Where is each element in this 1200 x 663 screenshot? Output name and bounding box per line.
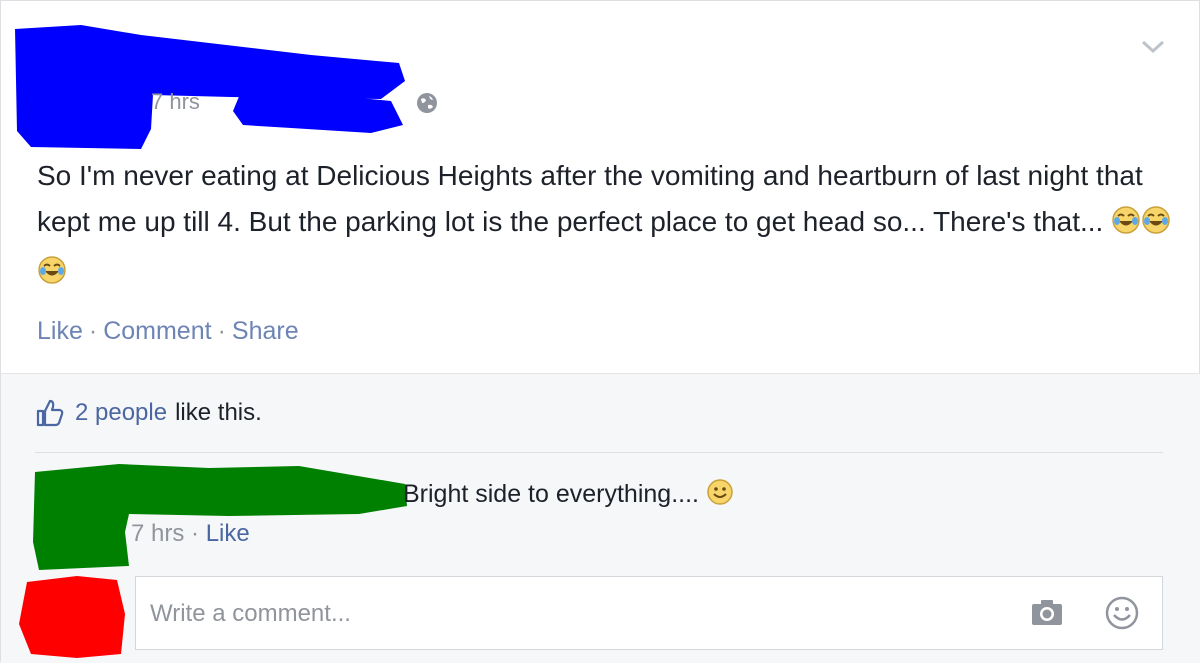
- feedback-section: 2 people like this. Bright side to every…: [1, 373, 1200, 663]
- likes-suffix: like this.: [175, 399, 262, 426]
- smiley-icon: [706, 478, 734, 513]
- post-message: So I'm never eating at Delicious Heights…: [37, 160, 1143, 237]
- likers-link[interactable]: 2 people: [75, 399, 167, 427]
- post-card: 7 hrs So I'm never eating at Delicious H…: [0, 0, 1200, 663]
- redacted-author: [15, 25, 405, 149]
- comment: Bright side to everything....: [403, 478, 734, 513]
- post-timestamp[interactable]: 7 hrs: [151, 89, 200, 115]
- likes-summary: 2 people like this.: [35, 398, 262, 428]
- thumbs-up-icon: [36, 399, 64, 427]
- comment-meta: 7 hrs · Like: [131, 520, 250, 548]
- post-text: So I'm never eating at Delicious Heights…: [37, 153, 1172, 299]
- separator: ·: [191, 520, 200, 547]
- globe-icon: [417, 93, 437, 113]
- divider: [35, 452, 1163, 453]
- comment-composer[interactable]: [135, 576, 1163, 650]
- camera-icon[interactable]: [1030, 597, 1064, 627]
- face-with-tears-of-joy-icon: [1111, 203, 1141, 249]
- separator: ·: [217, 317, 226, 345]
- separator: ·: [88, 317, 98, 345]
- comment-link[interactable]: Comment: [103, 317, 211, 345]
- comment-input[interactable]: [148, 595, 1012, 633]
- like-link[interactable]: Like: [37, 317, 83, 345]
- chevron-down-icon[interactable]: [1139, 37, 1167, 57]
- redacted-commenter: [33, 464, 407, 570]
- comment-timestamp[interactable]: 7 hrs: [131, 520, 184, 547]
- comment-body: Bright side to everything....: [403, 480, 699, 508]
- face-with-tears-of-joy-icon: [37, 253, 67, 299]
- smiley-icon[interactable]: [1104, 595, 1140, 631]
- face-with-tears-of-joy-icon: [1141, 203, 1171, 249]
- share-link[interactable]: Share: [232, 317, 299, 345]
- redacted-avatar: [19, 576, 125, 658]
- post-actions: Like · Comment · Share: [37, 317, 299, 346]
- comment-like-link[interactable]: Like: [206, 520, 250, 547]
